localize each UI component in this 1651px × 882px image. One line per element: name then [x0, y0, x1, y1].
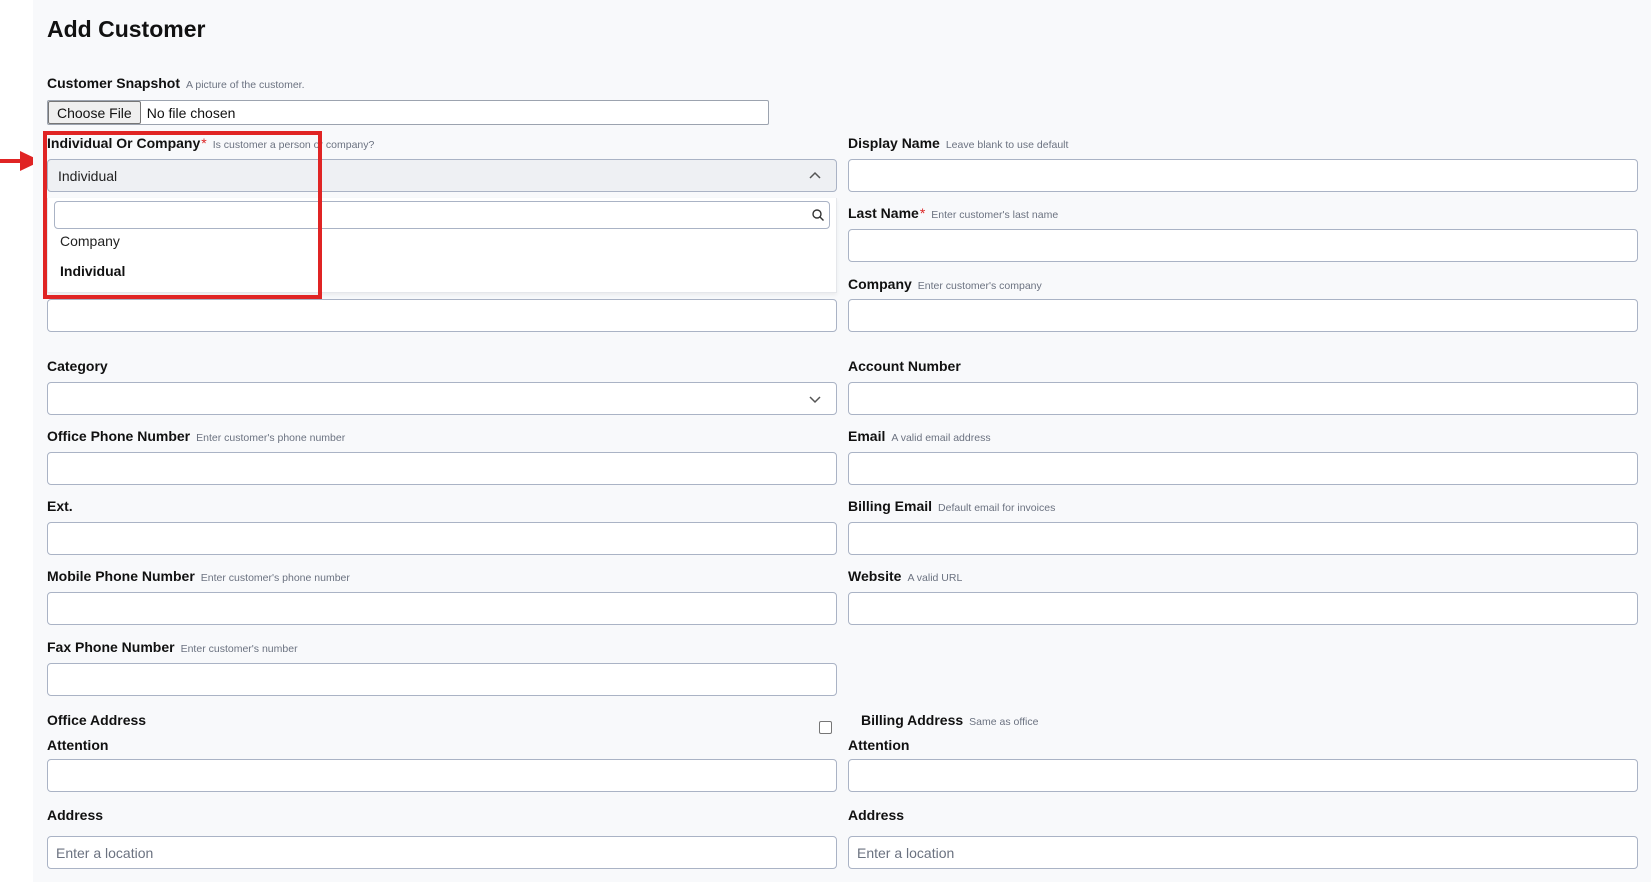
office-attention-input[interactable]: [47, 759, 837, 792]
email-label: Email A valid email address: [848, 428, 991, 444]
fax-phone-label: Fax Phone Number Enter customer's number: [47, 639, 298, 655]
billing-address-input[interactable]: [848, 836, 1638, 869]
chevron-up-icon: [809, 171, 821, 179]
ext-input[interactable]: [47, 522, 837, 555]
ext-label: Ext.: [47, 498, 73, 514]
annotation-highlight-box: [43, 131, 322, 299]
display-name-label: Display Name Leave blank to use default: [848, 135, 1069, 151]
website-input[interactable]: [848, 592, 1638, 625]
billing-attention-input[interactable]: [848, 759, 1638, 792]
billing-email-input[interactable]: [848, 522, 1638, 555]
file-status: No file chosen: [146, 104, 236, 121]
account-number-input[interactable]: [848, 382, 1638, 415]
office-address-heading: Office Address: [47, 712, 147, 728]
email-input[interactable]: [848, 452, 1638, 485]
last-name-label: Last Name* Enter customer's last name: [848, 205, 1059, 221]
billing-address-heading: Billing Address Same as office: [861, 712, 1039, 728]
billing-email-label: Billing Email Default email for invoices: [848, 498, 1056, 514]
snapshot-label: Customer Snapshot A picture of the custom…: [47, 75, 305, 91]
company-input[interactable]: [848, 299, 1638, 332]
display-name-input[interactable]: [848, 159, 1638, 192]
choose-file-button[interactable]: Choose File: [48, 101, 141, 124]
account-number-label: Account Number: [848, 358, 961, 374]
website-label: Website A valid URL: [848, 568, 963, 584]
billing-same-as-office-checkbox[interactable]: [819, 721, 832, 734]
billing-attention-label: Attention: [848, 737, 910, 753]
company-label: Company Enter customer's company: [848, 276, 1042, 292]
mobile-phone-input[interactable]: [47, 592, 837, 625]
snapshot-file-input[interactable]: Choose File No file chosen: [47, 100, 769, 125]
chevron-down-icon: [809, 396, 821, 404]
billing-address-label: Address: [848, 807, 905, 823]
category-label: Category: [47, 358, 108, 374]
office-phone-input[interactable]: [47, 452, 837, 485]
fax-phone-input[interactable]: [47, 663, 837, 696]
office-phone-label: Office Phone Number Enter customer's phon…: [47, 428, 346, 444]
category-select[interactable]: [47, 382, 837, 415]
mobile-phone-label: Mobile Phone Number Enter customer's phon…: [47, 568, 350, 584]
office-attention-label: Attention: [47, 737, 109, 753]
last-name-input[interactable]: [848, 229, 1638, 262]
page-title: Add Customer: [47, 16, 206, 42]
first-name-input[interactable]: [47, 299, 837, 332]
office-address-label: Address: [47, 807, 104, 823]
office-address-input[interactable]: [47, 836, 837, 869]
search-icon: [812, 209, 824, 221]
